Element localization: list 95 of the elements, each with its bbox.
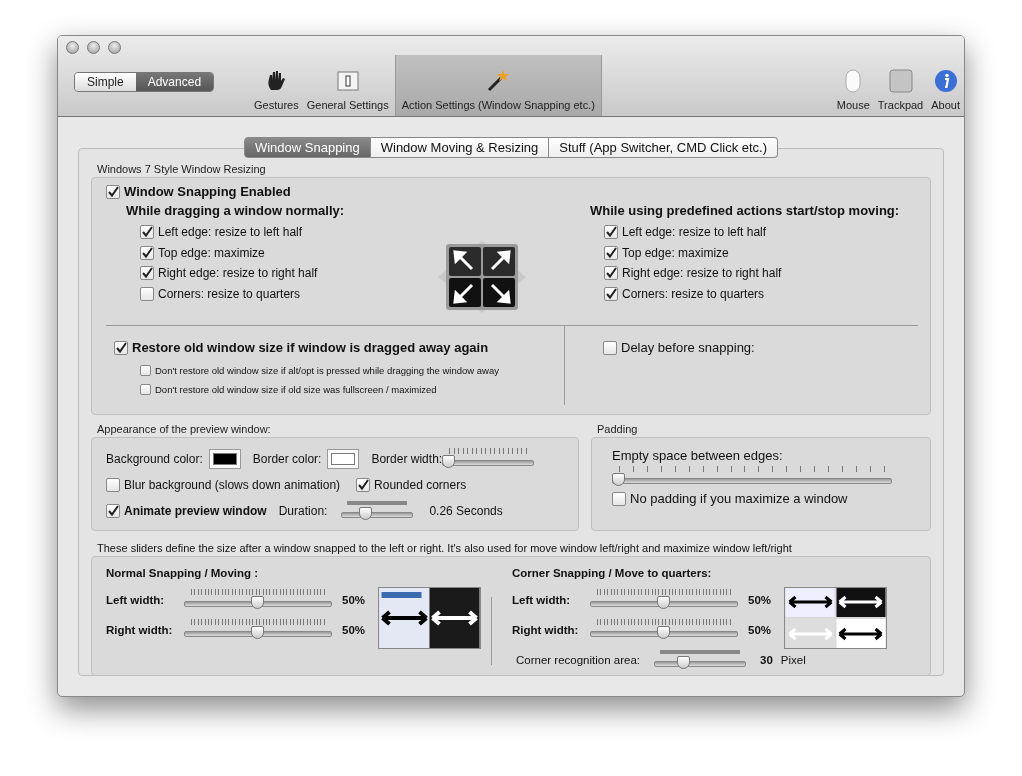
slider[interactable]: [184, 589, 332, 611]
slider-value: 50%: [748, 624, 773, 636]
mode-toggle-button[interactable]: Advanced: [135, 73, 214, 91]
field-label: Right width:: [512, 624, 580, 636]
slider-thumb[interactable]: [442, 455, 456, 468]
slider[interactable]: [654, 649, 746, 671]
checkbox[interactable]: [140, 286, 154, 301]
slider-value: 0.26 Seconds: [429, 504, 503, 518]
checkbox[interactable]: [604, 225, 618, 240]
checkbox-label: Don't restore old window size if alt/opt is pressed while dragging the window away: [155, 365, 499, 376]
toolbar-item[interactable]: Trackpad: [873, 55, 928, 116]
slider[interactable]: [590, 619, 738, 641]
slider[interactable]: [341, 500, 414, 522]
checkbox-label: Left edge: resize to left half: [158, 225, 303, 240]
switch-icon: [336, 70, 359, 92]
slider[interactable]: [442, 448, 535, 470]
checkbox[interactable]: [356, 478, 371, 492]
checkbox-label: Corners: resize to quarters: [158, 286, 301, 301]
checkbox[interactable]: [140, 384, 151, 395]
checkbox-label: Don't restore old window size if old size was fullscreen / maximized: [155, 384, 437, 395]
hand-icon: [265, 70, 288, 92]
field-label: Right width:: [106, 624, 174, 636]
group-title: Padding: [596, 423, 639, 435]
field-label: Border width:: [371, 452, 443, 466]
tab[interactable]: Window Snapping: [243, 137, 371, 158]
slider-thumb[interactable]: [251, 626, 264, 639]
checkbox[interactable]: [114, 340, 128, 355]
slider[interactable]: [184, 619, 332, 641]
toolbar-item[interactable]: Mouse: [832, 55, 874, 116]
section-heading: While using predefined actions start/stop moving:: [590, 203, 901, 218]
group-title: Windows 7 Style Window Resizing: [96, 163, 267, 175]
slider-thumb[interactable]: [677, 656, 691, 669]
field-label: Empty space between edges:: [612, 448, 784, 463]
group-title: Appearance of the preview window:: [96, 423, 272, 435]
window-control-button[interactable]: [108, 41, 121, 54]
tab[interactable]: Window Moving & Resizing: [370, 137, 550, 158]
description-text: These sliders define the size after a window snapped to the left or right. It's also used for move window left/right and maximize window left/right: [97, 542, 793, 554]
checkbox-label: Blur background (slows down animation): [124, 478, 341, 492]
checkbox[interactable]: [106, 478, 120, 492]
toolbar-item[interactable]: General Settings: [302, 55, 393, 116]
checkbox-label: Right edge: resize to right half: [622, 266, 782, 281]
section-heading: Corner Snapping / Move to quarters:: [512, 567, 713, 579]
toolbar-item[interactable]: Action Settings (Window Snapping etc.): [394, 55, 602, 116]
checkbox-label: Corners: resize to quarters: [622, 286, 765, 301]
checkbox-label: Top edge: maximize: [622, 245, 729, 260]
checkbox[interactable]: [612, 491, 626, 506]
field-label: Background color:: [106, 452, 203, 466]
info-icon: [933, 69, 958, 93]
checkbox[interactable]: [106, 184, 120, 199]
checkbox-label: Left edge: resize to left half: [622, 225, 767, 240]
unit-label: Pixel: [780, 654, 806, 666]
field-label: Corner recognition area:: [516, 654, 640, 666]
checkbox-label: Right edge: resize to right half: [158, 266, 318, 281]
field-label: Left width:: [106, 594, 166, 606]
checkbox[interactable]: [603, 340, 617, 355]
section-heading: While dragging a window normally:: [126, 203, 346, 218]
checkbox-label: No padding if you maximize a window: [630, 491, 848, 506]
checkbox[interactable]: [140, 365, 151, 376]
checkbox[interactable]: [140, 225, 154, 240]
checkbox[interactable]: [604, 245, 618, 260]
mode-toggle-button[interactable]: Simple: [75, 73, 136, 91]
checkbox-label: Delay before snapping:: [621, 340, 755, 355]
field-label: Border color:: [252, 452, 322, 466]
slider-thumb[interactable]: [251, 596, 264, 609]
slider-value: 50%: [342, 624, 367, 636]
slider-thumb[interactable]: [612, 473, 625, 486]
checkbox-label: Restore old window size if window is dragged away again: [132, 340, 489, 355]
field-label: Left width:: [512, 594, 572, 606]
checkbox[interactable]: [106, 504, 120, 518]
slider[interactable]: [612, 466, 892, 488]
window-control-button[interactable]: [87, 41, 100, 54]
magic-wand-icon: [486, 69, 511, 93]
checkbox-label: Animate preview window: [124, 504, 267, 518]
section-heading: Normal Snapping / Moving :: [106, 567, 260, 579]
slider-thumb[interactable]: [358, 507, 372, 520]
toolbar-item[interactable]: About: [927, 55, 964, 116]
slider-thumb[interactable]: [657, 596, 670, 609]
slider-value: 30: [760, 654, 773, 666]
slider-value: 50%: [342, 594, 367, 606]
checkbox[interactable]: [140, 266, 154, 281]
field-label: Duration:: [278, 504, 328, 518]
mouse-icon: [844, 69, 863, 93]
tab[interactable]: Stuff (App Switcher, CMD Click etc.): [549, 137, 779, 158]
slider[interactable]: [590, 589, 738, 611]
checkbox[interactable]: [140, 245, 154, 260]
checkbox-label: Window Snapping Enabled: [124, 184, 291, 199]
checkbox-label: Rounded corners: [374, 478, 467, 492]
trackpad-icon: [888, 69, 913, 93]
checkbox[interactable]: [604, 286, 618, 301]
slider-value: 50%: [748, 594, 773, 606]
slider-thumb[interactable]: [657, 626, 670, 639]
toolbar-item[interactable]: Gestures: [250, 55, 303, 116]
window-control-button[interactable]: [66, 41, 79, 54]
checkbox-label: Top edge: maximize: [158, 245, 265, 260]
checkbox[interactable]: [604, 266, 618, 281]
